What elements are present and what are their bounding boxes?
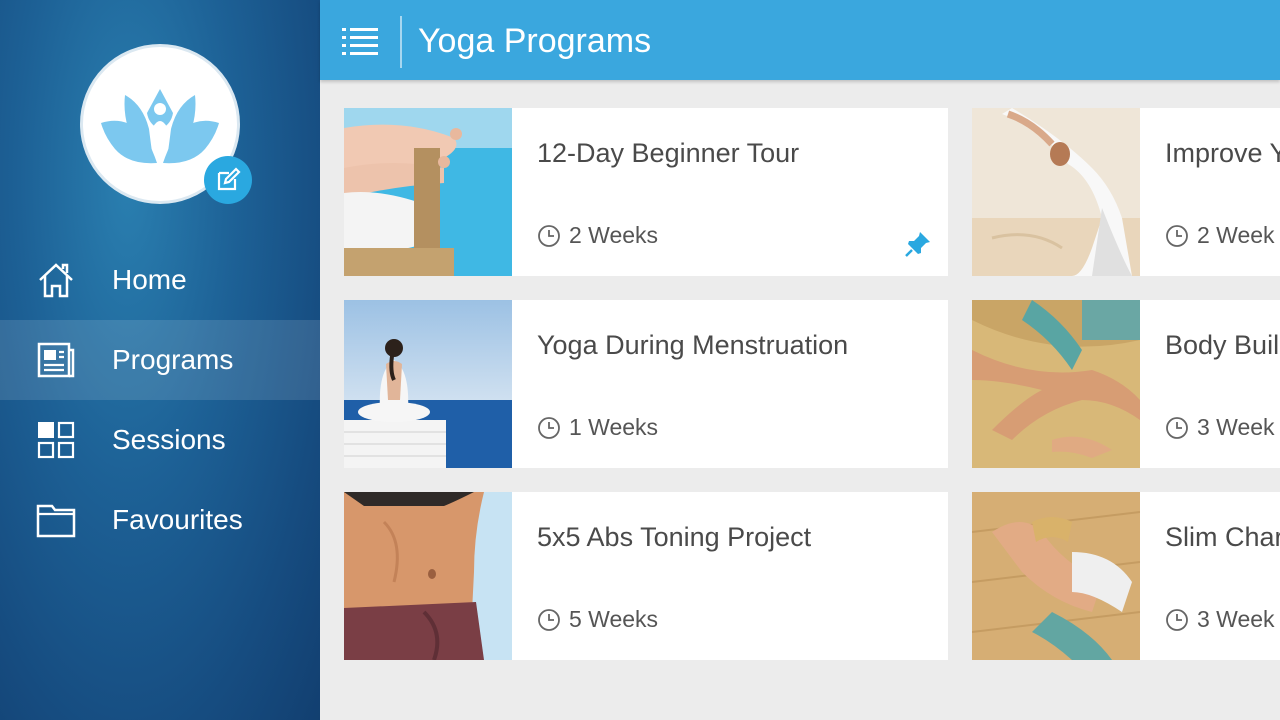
app-bar: Yoga Programs xyxy=(320,0,1280,80)
clock-icon xyxy=(1166,416,1188,439)
program-card[interactable]: Body Buil 3 Week xyxy=(972,300,1280,468)
program-list: 12-Day Beginner Tour 2 Weeks Improve Y 2… xyxy=(320,80,1280,720)
program-title: Yoga During Menstruation xyxy=(537,330,849,360)
duration-label: 1 Weeks xyxy=(569,414,659,440)
duration-label: 2 Week xyxy=(1197,222,1275,248)
program-title: 5x5 Abs Toning Project xyxy=(537,522,812,552)
clock-icon xyxy=(1166,224,1188,247)
program-title: Improve Y xyxy=(1165,138,1280,168)
clock-icon xyxy=(1166,608,1188,631)
program-title: Slim Char xyxy=(1165,522,1280,552)
page-title: Yoga Programs xyxy=(418,22,652,60)
folder-icon xyxy=(36,504,76,538)
sidebar: Home Programs Sessions Favourites xyxy=(0,0,320,720)
sidebar-item-favourites[interactable]: Favourites xyxy=(0,480,320,560)
menu-icon[interactable] xyxy=(340,24,380,56)
pin-icon[interactable] xyxy=(902,228,934,260)
program-card[interactable]: Slim Char 3 Week xyxy=(972,492,1280,660)
duration-label: 2 Weeks xyxy=(569,222,659,248)
program-thumbnail xyxy=(344,108,512,276)
clock-icon xyxy=(538,608,560,631)
program-thumbnail xyxy=(972,492,1140,660)
program-thumbnail xyxy=(972,300,1140,468)
clock-icon xyxy=(538,416,560,439)
divider xyxy=(400,16,402,68)
duration-label: 3 Week xyxy=(1197,606,1275,632)
program-card[interactable]: 5x5 Abs Toning Project 5 Weeks xyxy=(344,492,948,660)
program-duration: 1 Weeks xyxy=(537,414,658,441)
sidebar-item-label: Favourites xyxy=(112,504,243,535)
edit-avatar-button[interactable] xyxy=(204,156,252,204)
sidebar-item-programs[interactable]: Programs xyxy=(0,320,320,400)
program-duration: 5 Weeks xyxy=(537,606,658,633)
duration-label: 3 Week xyxy=(1197,414,1275,440)
sidebar-item-sessions[interactable]: Sessions xyxy=(0,400,320,480)
program-card[interactable]: Improve Y 2 Week xyxy=(972,108,1280,276)
program-card[interactable]: Yoga During Menstruation 1 Weeks xyxy=(344,300,948,468)
sidebar-item-label: Programs xyxy=(112,344,234,375)
duration-label: 5 Weeks xyxy=(569,606,659,632)
clock-icon xyxy=(538,224,560,247)
sessions-icon xyxy=(37,421,75,459)
program-thumbnail xyxy=(344,300,512,468)
program-duration: 3 Week xyxy=(1165,414,1275,441)
lotus-icon xyxy=(101,89,219,164)
program-thumbnail xyxy=(344,492,512,660)
program-duration: 2 Weeks xyxy=(537,222,658,249)
program-title: Body Buil xyxy=(1165,330,1280,360)
program-title: 12-Day Beginner Tour xyxy=(537,138,800,168)
program-duration: 2 Week xyxy=(1165,222,1275,249)
programs-icon xyxy=(37,342,75,378)
program-duration: 3 Week xyxy=(1165,606,1275,633)
sidebar-nav: Home Programs Sessions Favourites xyxy=(0,240,320,560)
program-card[interactable]: 12-Day Beginner Tour 2 Weeks xyxy=(344,108,948,276)
program-thumbnail xyxy=(972,108,1140,276)
sidebar-item-label: Sessions xyxy=(112,424,226,455)
edit-icon xyxy=(217,167,241,191)
home-icon xyxy=(39,263,73,298)
sidebar-item-home[interactable]: Home xyxy=(0,240,320,320)
sidebar-item-label: Home xyxy=(112,264,187,295)
